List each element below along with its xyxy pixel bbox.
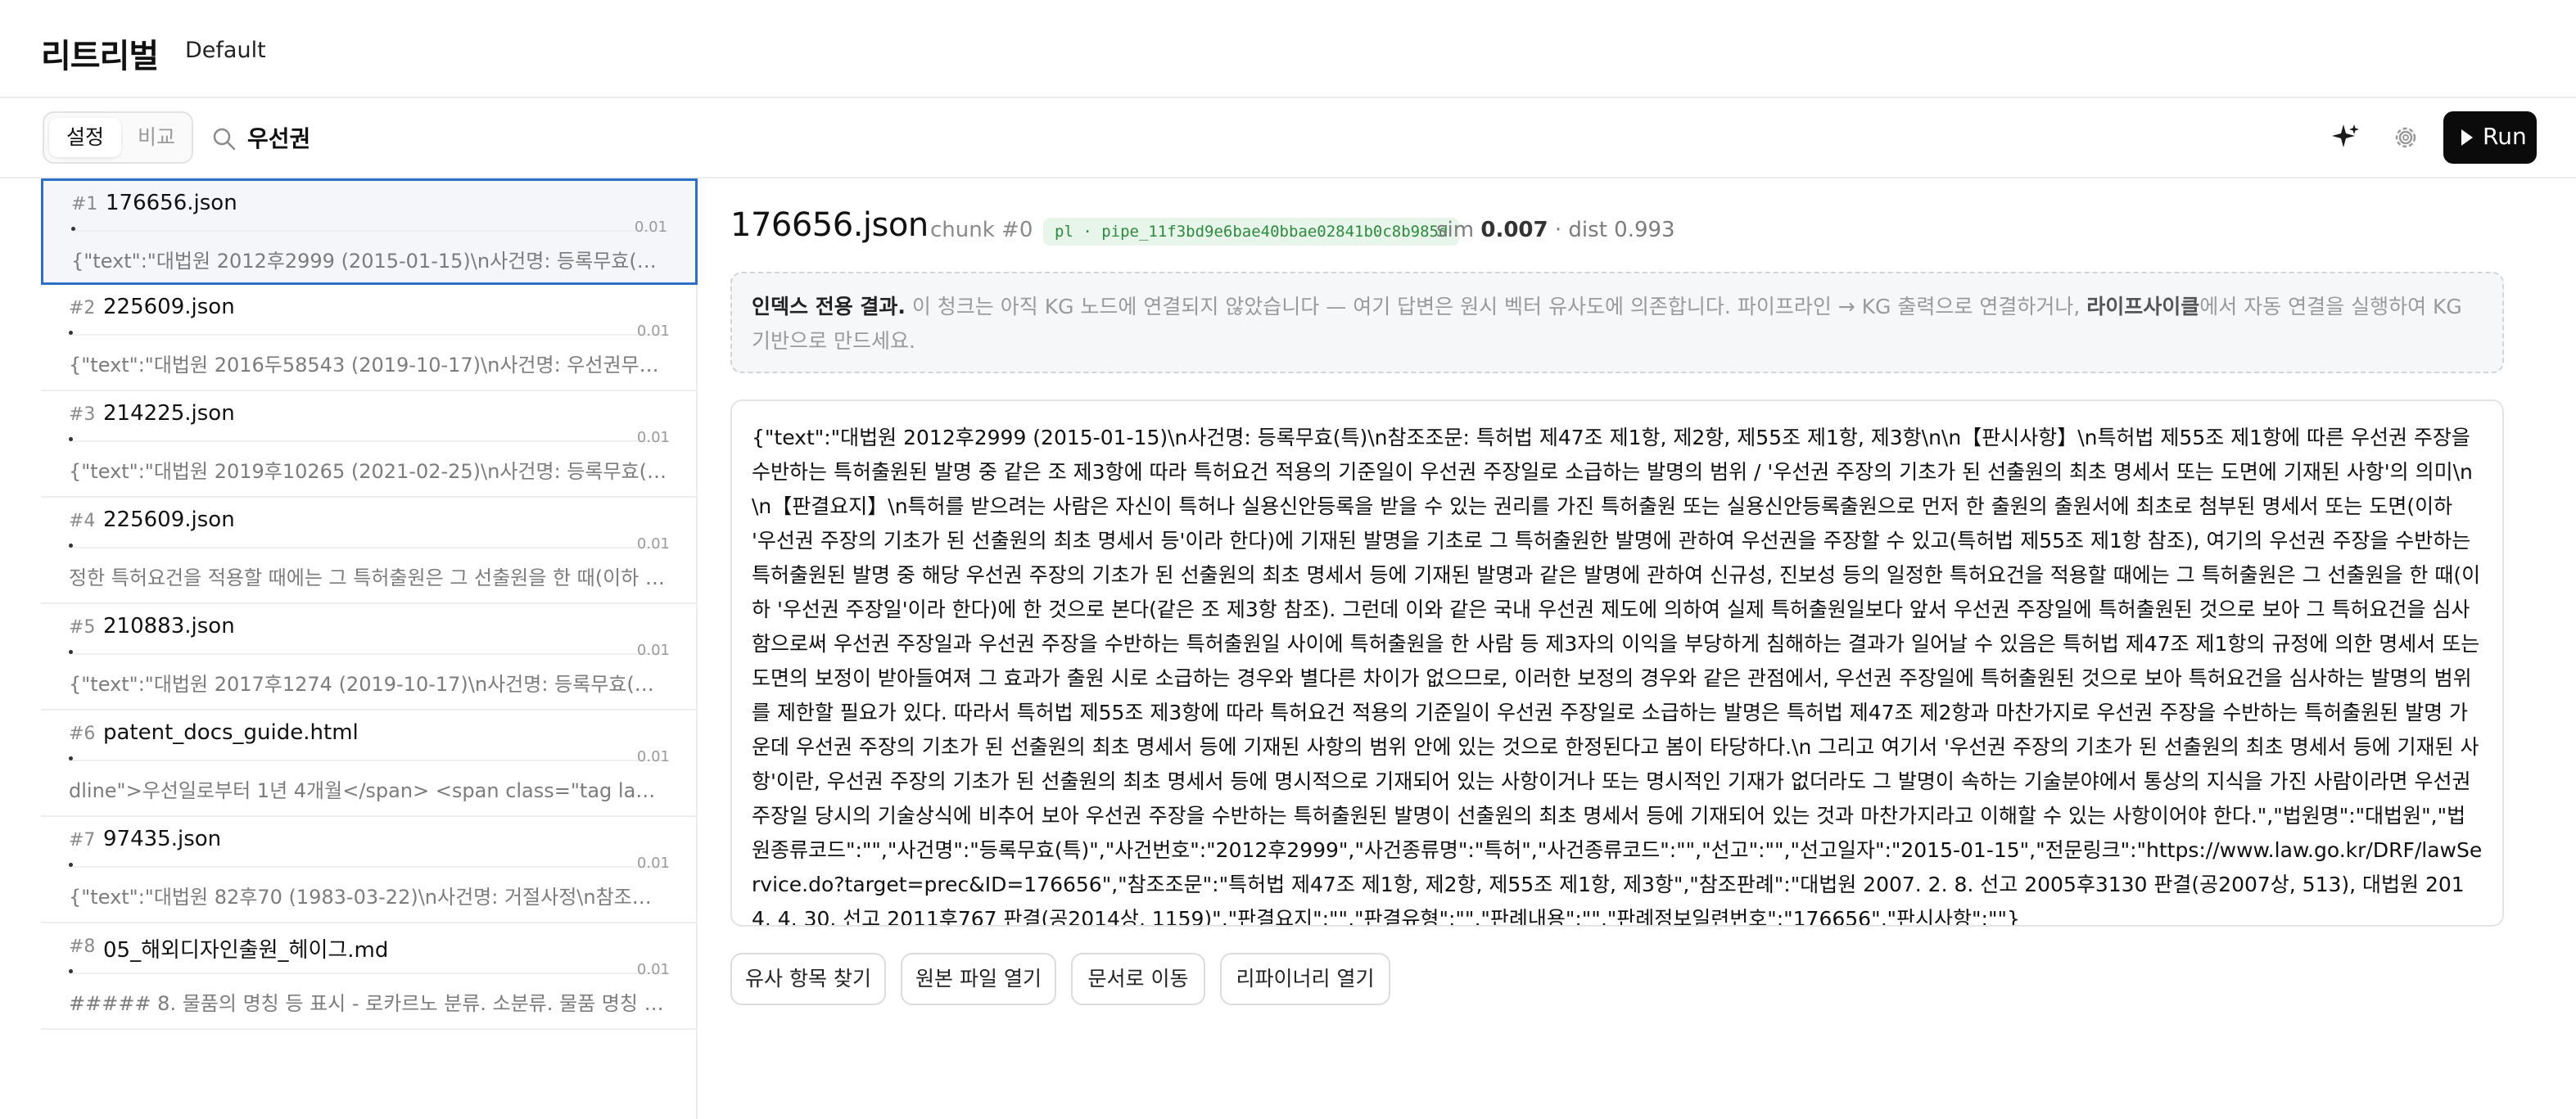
result-snippet: {"text":"대법원 2012후2999 (2015-01-15)\n사건명… xyxy=(71,250,669,273)
result-item[interactable]: #8 05_해외디자인출원_헤이그.md 0.01 ##### 8. 물품의 명… xyxy=(41,923,698,1030)
result-item[interactable]: #5 210883.json 0.01 {"text":"대법원 2017후12… xyxy=(41,604,698,711)
result-filename: patent_docs_guide.html xyxy=(103,720,359,745)
score-marker xyxy=(69,650,73,654)
top-bar: 리트리벌 Default xyxy=(0,0,2576,98)
index-only-notice: 인덱스 전용 결과. 이 청크는 아직 KG 노드에 연결되지 않았습니다 — … xyxy=(730,272,2504,373)
result-score: 0.01 xyxy=(636,642,670,659)
run-button[interactable]: Run xyxy=(2443,111,2537,164)
result-snippet: {"text":"대법원 82후70 (1983-03-22)\n사건명: 거절… xyxy=(69,886,667,909)
result-snippet: {"text":"대법원 2016두58543 (2019-10-17)\n사건… xyxy=(69,354,667,377)
tab-compare[interactable]: 비교 xyxy=(124,118,188,157)
result-snippet: dline">우선일로부터 1년 4개월</span> <span class=… xyxy=(69,779,667,802)
score-marker xyxy=(69,544,73,548)
similarity-stats: sim 0.007 · dist 0.993 xyxy=(1436,218,1675,242)
mode-toggle: 설정 비교 xyxy=(43,111,193,164)
results-list: #1 176656.json 0.01 {"text":"대법원 2012후29… xyxy=(41,178,698,1119)
sim-label: sim xyxy=(1436,218,1475,242)
result-score: 0.01 xyxy=(634,219,667,236)
result-rank: #2 xyxy=(69,298,96,318)
result-score: 0.01 xyxy=(636,855,670,872)
result-rank: #5 xyxy=(69,617,96,638)
result-rank: #3 xyxy=(69,404,96,425)
score-marker xyxy=(71,227,75,231)
result-filename: 210883.json xyxy=(103,614,235,638)
result-score: 0.01 xyxy=(636,961,670,978)
result-score: 0.01 xyxy=(636,429,670,446)
gear-icon[interactable] xyxy=(2391,123,2420,152)
result-filename: 214225.json xyxy=(103,401,235,426)
result-snippet: {"text":"대법원 2019후10265 (2021-02-25)\n사건… xyxy=(69,460,667,483)
result-item[interactable]: #1 176656.json 0.01 {"text":"대법원 2012후29… xyxy=(41,178,698,285)
result-rank: #4 xyxy=(69,511,96,531)
dist-label: · dist xyxy=(1554,218,1607,242)
result-filename: 176656.json xyxy=(106,191,237,215)
app-title: 리트리벌 xyxy=(41,38,159,75)
score-marker xyxy=(69,969,73,973)
workspace-name[interactable]: Default xyxy=(185,38,266,63)
score-marker xyxy=(69,863,73,867)
score-bar xyxy=(71,230,669,232)
result-filename: 225609.json xyxy=(103,295,235,319)
score-marker xyxy=(69,331,73,335)
result-item[interactable]: #4 225609.json 0.01 정한 특허요건을 적용할 때에는 그 특… xyxy=(41,498,698,604)
score-bar xyxy=(69,866,667,868)
open-source-file-button[interactable]: 원본 파일 열기 xyxy=(901,953,1056,1005)
go-to-document-button[interactable]: 문서로 이동 xyxy=(1071,953,1205,1005)
score-bar xyxy=(69,547,667,548)
result-score: 0.01 xyxy=(636,323,670,340)
result-snippet: ##### 8. 물품의 명칭 등 표시 - 로카르노 분류. 소분류. 물품 … xyxy=(69,992,667,1015)
run-button-label: Run xyxy=(2483,123,2527,150)
score-bar xyxy=(69,972,667,974)
score-bar xyxy=(69,334,667,336)
find-similar-button[interactable]: 유사 항목 찾기 xyxy=(730,953,886,1005)
result-score: 0.01 xyxy=(636,535,670,553)
open-refinery-button[interactable]: 리파이너리 열기 xyxy=(1220,953,1390,1005)
document-title: 176656.json xyxy=(730,206,929,244)
result-rank: #6 xyxy=(69,724,96,744)
result-filename: 05_해외디자인출원_헤이그.md xyxy=(103,938,389,963)
score-bar xyxy=(69,760,667,761)
dist-value: 0.993 xyxy=(1614,218,1675,242)
sim-value: 0.007 xyxy=(1480,218,1548,242)
result-score: 0.01 xyxy=(636,748,670,765)
search-input[interactable]: 우선권 xyxy=(247,121,310,154)
result-item[interactable]: #3 214225.json 0.01 {"text":"대법원 2019후10… xyxy=(41,391,698,498)
search-icon xyxy=(213,128,236,151)
result-snippet: {"text":"대법원 2017후1274 (2019-10-17)\n사건명… xyxy=(69,673,667,696)
lifecycle-link[interactable]: 라이프사이클 xyxy=(2086,295,2199,318)
result-rank: #7 xyxy=(69,830,96,851)
score-marker xyxy=(69,756,73,760)
result-filename: 225609.json xyxy=(103,508,235,532)
result-filename: 97435.json xyxy=(103,827,222,851)
result-rank: #8 xyxy=(69,936,96,957)
play-icon xyxy=(2461,129,2473,146)
result-item[interactable]: #2 225609.json 0.01 {"text":"대법원 2016두58… xyxy=(41,285,698,391)
result-rank: #1 xyxy=(71,194,98,214)
notice-title: 인덱스 전용 결과. xyxy=(752,295,906,318)
tab-settings[interactable]: 설정 xyxy=(49,118,121,157)
pipeline-badge[interactable]: pl · pipe_11f3bd9e6bae40bbae02841b0c8b98… xyxy=(1043,218,1460,246)
notice-body: 이 청크는 아직 KG 노드에 연결되지 않았습니다 — 여기 답변은 원시 벡… xyxy=(905,295,2087,318)
chunk-label: chunk #0 xyxy=(930,218,1033,242)
result-snippet: 정한 특허요건을 적용할 때에는 그 특허출원은 그 선출원을 한 때(이하 '… xyxy=(69,566,667,589)
toolbar: 설정 비교 우선권 Run xyxy=(0,98,2576,178)
result-item[interactable]: #6 patent_docs_guide.html 0.01 dline">우선… xyxy=(41,711,698,817)
sparkle-icon[interactable] xyxy=(2329,121,2361,154)
score-bar xyxy=(69,440,667,442)
chunk-content: {"text":"대법원 2012후2999 (2015-01-15)\n사건명… xyxy=(730,399,2504,927)
result-item[interactable]: #7 97435.json 0.01 {"text":"대법원 82후70 (1… xyxy=(41,817,698,923)
score-bar xyxy=(69,653,667,655)
score-marker xyxy=(69,437,73,441)
